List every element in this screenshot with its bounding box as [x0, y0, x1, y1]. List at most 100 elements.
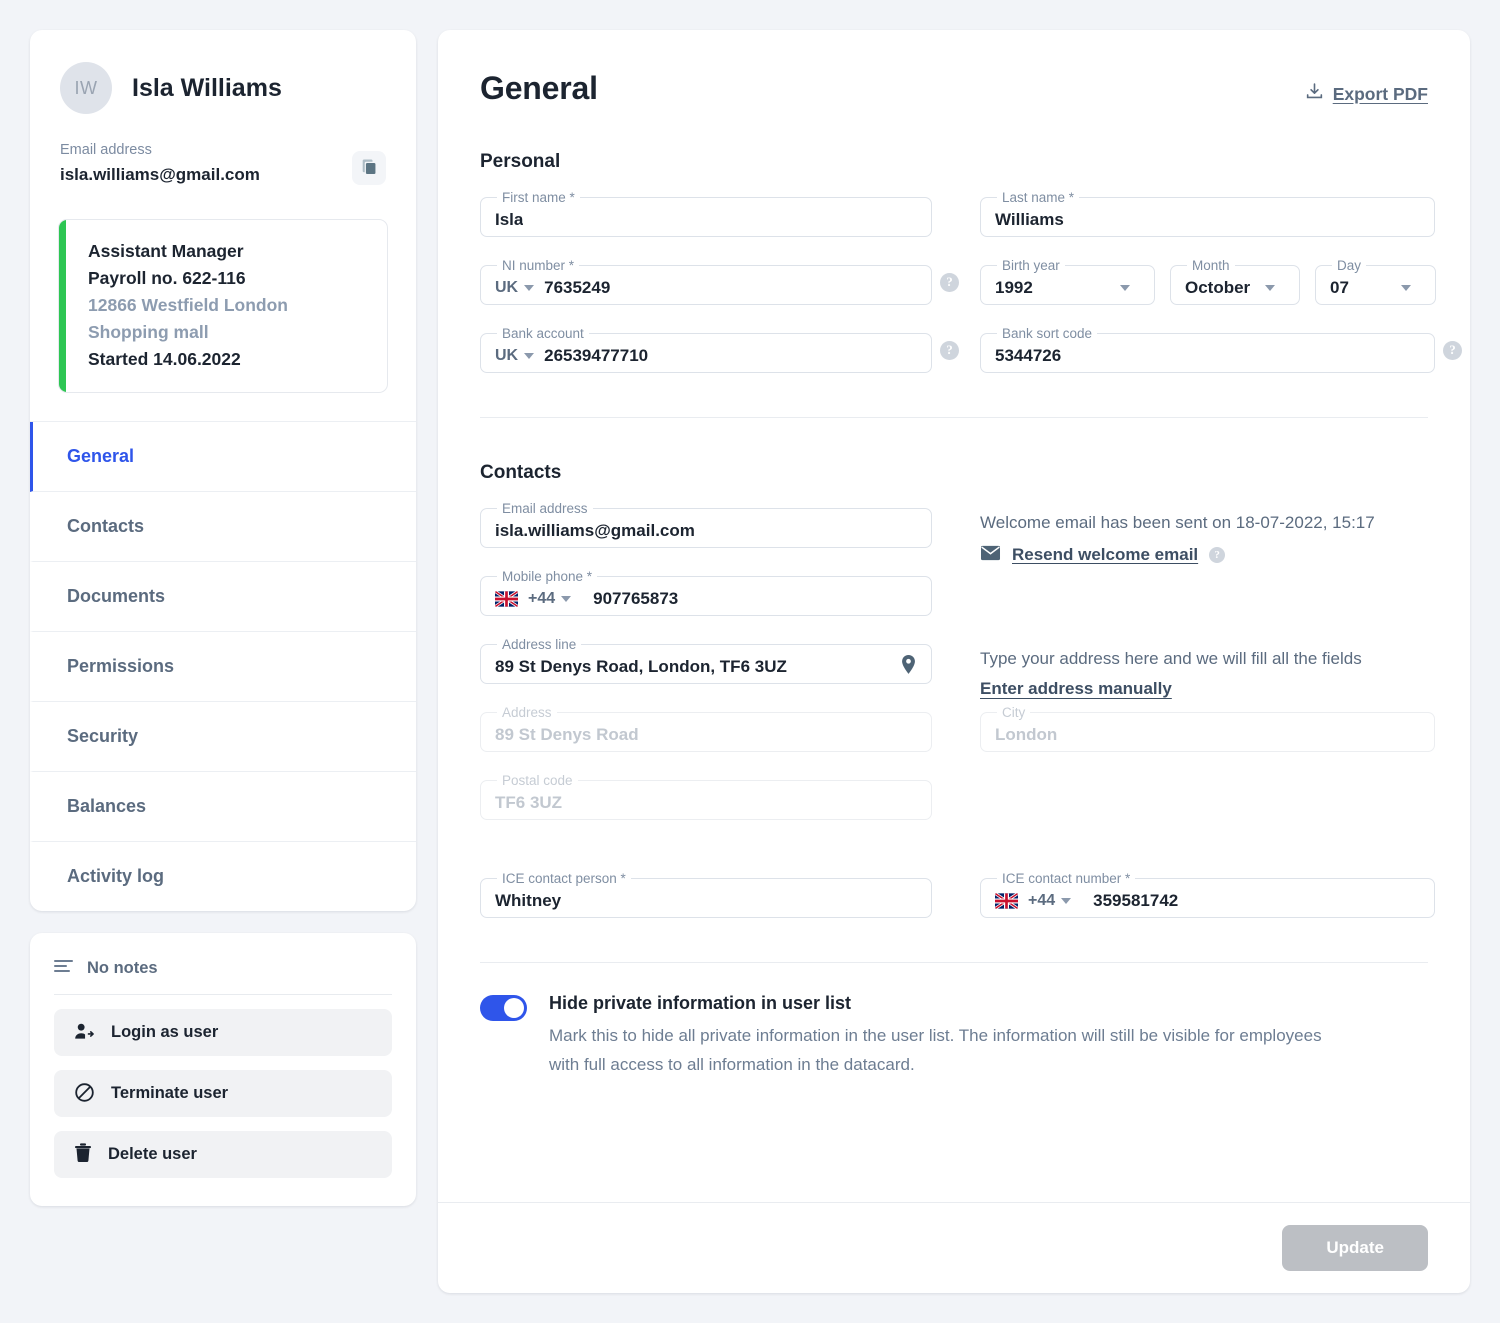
delete-user-button[interactable]: Delete user — [54, 1131, 392, 1179]
birth-day-select[interactable]: Day 07 — [1315, 259, 1436, 305]
ice-contact-number-label: ICE contact number * — [1002, 871, 1131, 886]
bank-account-col: Bank account UK 26539477710 ? — [480, 327, 980, 395]
enter-address-manually-link[interactable]: Enter address manually — [980, 679, 1172, 699]
ice-contact-person-label: ICE contact person * — [502, 871, 626, 886]
avatar: IW — [60, 62, 112, 114]
email-label: Email address — [60, 142, 152, 158]
section-divider — [480, 417, 1428, 418]
location-pin-icon[interactable] — [900, 654, 917, 680]
address-hint-text: Type your address here and we will fill … — [980, 649, 1362, 668]
mobile-phone-col: Mobile phone * +44 907765873 — [480, 570, 980, 638]
first-name-fieldwrap: First name * Isla — [480, 191, 980, 237]
update-button[interactable]: Update — [1282, 1225, 1428, 1271]
copy-icon — [360, 157, 379, 179]
download-icon — [1305, 82, 1324, 106]
chevron-down-icon[interactable] — [524, 353, 535, 360]
login-as-user-button[interactable]: Login as user — [54, 1009, 392, 1057]
ice-contact-number-field[interactable]: ICE contact number * +44 359581742 — [980, 872, 1435, 918]
address-line-field[interactable]: Address line 89 St Denys Road, London, T… — [480, 638, 932, 684]
delete-user-label: Delete user — [108, 1145, 197, 1164]
resend-welcome-email-help-icon[interactable]: ? — [1209, 547, 1226, 563]
ice-contact-person-field[interactable]: ICE contact person * Whitney — [480, 872, 932, 918]
chevron-down-icon[interactable] — [1120, 285, 1130, 292]
email-address-value: isla.williams@gmail.com — [495, 521, 695, 541]
user-add-icon — [74, 1022, 95, 1044]
first-name-value: Isla — [495, 210, 524, 230]
mobile-phone-fieldwrap: Mobile phone * +44 907765873 — [480, 570, 980, 616]
contacts-row-2: Mobile phone * +44 907765873 — [480, 570, 1428, 638]
job-info-body: Assistant Manager Payroll no. 622-116 12… — [66, 220, 308, 393]
hide-private-info-toggle[interactable] — [480, 995, 527, 1021]
ni-number-help-icon[interactable]: ? — [940, 272, 959, 292]
bank-sort-code-fieldwrap: Bank sort code 5344726 ? — [980, 327, 1462, 373]
birth-month-select[interactable]: Month October — [1170, 259, 1300, 305]
city-label: City — [1002, 705, 1026, 720]
birth-date-fieldwrap: Birth year 1992 Month October Day 07 — [980, 259, 1436, 305]
notes-label: No notes — [87, 959, 158, 978]
city-fieldwrap: City London — [980, 706, 1435, 752]
address-line-label: Address line — [502, 637, 577, 652]
postal-code-field[interactable]: Postal code TF6 3UZ — [480, 774, 932, 820]
mobile-phone-label: Mobile phone * — [502, 569, 593, 584]
sidebar-item-documents[interactable]: Documents — [30, 562, 416, 633]
chevron-down-icon[interactable] — [1401, 285, 1411, 292]
bank-sort-code-help-icon[interactable]: ? — [1443, 340, 1462, 360]
bank-account-field[interactable]: Bank account UK 26539477710 — [480, 327, 932, 373]
trash-icon — [74, 1143, 92, 1166]
birth-year-select[interactable]: Birth year 1992 — [980, 259, 1155, 305]
birth-month-value: October — [1185, 278, 1251, 298]
ni-number-country-prefix[interactable]: UK — [495, 279, 518, 297]
ice-contact-number-dial-code[interactable]: +44 — [1028, 892, 1055, 910]
sidebar-item-balances[interactable]: Balances — [30, 772, 416, 843]
bank-sort-code-label: Bank sort code — [1002, 326, 1093, 341]
ni-number-field[interactable]: NI number * UK 7635249 — [480, 259, 932, 305]
email-address-field[interactable]: Email address isla.williams@gmail.com — [480, 502, 932, 548]
chevron-down-icon[interactable] — [524, 285, 535, 292]
contacts-row-4: Address 89 St Denys Road City London — [480, 706, 1435, 774]
notes-header[interactable]: No notes — [54, 959, 392, 996]
address-field[interactable]: Address 89 St Denys Road — [480, 706, 932, 752]
export-pdf-button[interactable]: Export PDF — [1305, 82, 1428, 106]
postal-code-col: Postal code TF6 3UZ — [480, 774, 980, 842]
contacts-row-3: Address line 89 St Denys Road, London, T… — [480, 638, 1428, 706]
chevron-down-icon[interactable] — [1265, 285, 1275, 292]
sidebar-item-permissions[interactable]: Permissions — [30, 632, 416, 703]
mobile-phone-field[interactable]: Mobile phone * +44 907765873 — [480, 570, 932, 616]
address-col: Address 89 St Denys Road — [480, 706, 980, 774]
contacts-section-title: Contacts — [480, 462, 562, 483]
postal-code-fieldwrap: Postal code TF6 3UZ — [480, 774, 980, 820]
sidebar-item-contacts[interactable]: Contacts — [30, 492, 416, 563]
terminate-user-button[interactable]: Terminate user — [54, 1070, 392, 1118]
bank-sort-code-value: 5344726 — [995, 346, 1062, 366]
welcome-email-block: Welcome email has been sent on 18-07-202… — [980, 502, 1428, 566]
city-field[interactable]: City London — [980, 706, 1435, 752]
bank-account-help-icon[interactable]: ? — [940, 340, 959, 360]
resend-welcome-email-link[interactable]: Resend welcome email — [1012, 545, 1198, 565]
last-name-field[interactable]: Last name * Williams — [980, 191, 1435, 237]
chevron-down-icon[interactable] — [1061, 898, 1072, 905]
ni-number-value: 7635249 — [544, 278, 611, 298]
sidebar-item-security[interactable]: Security — [30, 702, 416, 773]
first-name-field[interactable]: First name * Isla — [480, 191, 932, 237]
mobile-phone-dial-code[interactable]: +44 — [528, 590, 555, 608]
uk-flag-icon — [995, 893, 1018, 910]
sidebar: IW Isla Williams Email address isla.will… — [30, 30, 416, 1293]
contacts-row-6: ICE contact person * Whitney ICE contact… — [480, 872, 1435, 940]
privacy-toggle-row: Hide private information in user list Ma… — [480, 993, 1428, 1079]
chevron-down-icon[interactable] — [561, 596, 572, 603]
ni-number-fieldwrap: NI number * UK 7635249 ? — [480, 259, 980, 305]
birth-day-value: 07 — [1330, 278, 1349, 298]
welcome-email-status: Welcome email has been sent on 18-07-202… — [980, 513, 1375, 532]
sidebar-item-activity-log[interactable]: Activity log — [30, 842, 416, 911]
bank-sort-code-field[interactable]: Bank sort code 5344726 — [980, 327, 1435, 373]
start-date: Started 14.06.2022 — [88, 349, 241, 370]
sidebar-item-general[interactable]: General — [30, 422, 416, 493]
contacts-row-1: Email address isla.williams@gmail.com We… — [480, 502, 1428, 570]
payroll-number: Payroll no. 622-116 — [88, 267, 246, 288]
main-panel: General Export PDF Personal First name *… — [438, 30, 1470, 1293]
copy-email-button[interactable] — [352, 150, 386, 185]
job-location-line1: 12866 Westfield London — [88, 295, 288, 315]
bank-account-country-prefix[interactable]: UK — [495, 347, 518, 365]
bank-account-fieldwrap: Bank account UK 26539477710 ? — [480, 327, 980, 373]
address-fieldwrap: Address 89 St Denys Road — [480, 706, 980, 752]
